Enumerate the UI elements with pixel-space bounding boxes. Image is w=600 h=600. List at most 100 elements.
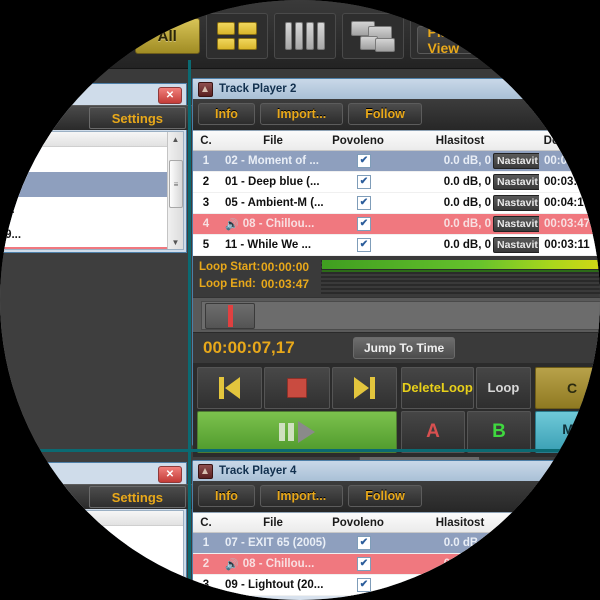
cell-set[interactable]: Nastavit bbox=[493, 535, 539, 551]
cell-enabled[interactable]: ✔ bbox=[333, 217, 395, 231]
loop-button[interactable]: Loop bbox=[475, 367, 531, 409]
cell-set[interactable]: Nastavit bbox=[493, 153, 539, 169]
tab-follow[interactable]: Follow bbox=[348, 485, 422, 507]
all-button[interactable]: All bbox=[135, 18, 200, 54]
list-item[interactable]: ...0_cbr_9... bbox=[0, 197, 183, 222]
enabled-checkbox[interactable]: ✔ bbox=[357, 196, 371, 210]
tab-settings-bottom[interactable]: Settings bbox=[88, 486, 186, 508]
scrollbar-thumb[interactable]: ≡ bbox=[169, 160, 183, 208]
enabled-checkbox[interactable]: ✔ bbox=[357, 217, 371, 231]
nastavit-button[interactable]: Nastavit bbox=[493, 237, 539, 253]
level-meter-bar-secondary bbox=[322, 270, 600, 272]
close-window-bottom[interactable]: ✕ bbox=[158, 466, 182, 483]
nastavit-button[interactable]: Nastavit bbox=[493, 153, 539, 169]
nastavit-button[interactable]: Nastavit bbox=[493, 535, 539, 551]
gold-action-button[interactable]: C bbox=[535, 367, 600, 409]
scroll-up-icon[interactable]: ▲ bbox=[168, 132, 183, 146]
delete-loop-line2: Loop bbox=[441, 380, 473, 396]
cell-set[interactable]: Nastavit bbox=[493, 216, 539, 232]
extra-controls: C M5 s bbox=[535, 367, 600, 453]
next-button[interactable] bbox=[331, 367, 397, 409]
close-icon[interactable]: ✕ bbox=[158, 87, 182, 104]
cell-set[interactable]: Nast bbox=[493, 556, 539, 572]
cell-set[interactable]: Nastavit bbox=[493, 195, 539, 211]
enabled-checkbox[interactable]: ✔ bbox=[357, 536, 371, 550]
column-header-length: Délka bbox=[543, 516, 575, 529]
nastavit-button[interactable]: Nastavit bbox=[493, 174, 539, 190]
cell-format: MP3 (MPEG bbox=[595, 155, 600, 167]
layout-columns-button[interactable] bbox=[281, 19, 329, 53]
settings-file-list-bottom[interactable] bbox=[0, 510, 184, 600]
previous-button[interactable] bbox=[197, 367, 263, 409]
scrubber-track[interactable] bbox=[201, 301, 600, 330]
cell-enabled[interactable]: ✔ bbox=[333, 238, 395, 252]
enabled-checkbox[interactable]: ✔ bbox=[357, 238, 371, 252]
enabled-checkbox[interactable]: ✔ bbox=[357, 175, 371, 189]
cell-enabled[interactable]: ✔ bbox=[333, 557, 395, 571]
cell-set[interactable]: Nastavit bbox=[493, 237, 539, 253]
loop-end-row: Loop End: 00:03:47 bbox=[199, 275, 319, 292]
cell-length: 00:03:11 bbox=[544, 239, 590, 251]
nastavit-button[interactable] bbox=[493, 575, 501, 592]
app-icon bbox=[198, 81, 213, 97]
stop-button[interactable] bbox=[264, 367, 330, 409]
layout-cascade-button[interactable] bbox=[349, 19, 397, 53]
list-scrollbar-top[interactable]: ▲ ≡ ▼ bbox=[167, 132, 183, 249]
jump-to-time-button[interactable]: Jump To Time bbox=[353, 337, 456, 359]
enabled-checkbox[interactable]: ✔ bbox=[357, 154, 371, 168]
close-window-top[interactable]: ✕ bbox=[158, 87, 182, 104]
tab-import[interactable]: Import... bbox=[259, 103, 344, 125]
nastavit-button[interactable]: Nastavit bbox=[493, 195, 539, 211]
position-scrubber[interactable] bbox=[193, 297, 600, 332]
cell-enabled[interactable]: ✔ bbox=[333, 536, 395, 550]
tab-follow[interactable]: Follow bbox=[348, 103, 422, 125]
table-row[interactable]: 1 07 - EXIT 65 (2005) ✔ 0.0 dB, 0 Nastav… bbox=[193, 533, 600, 554]
table-row[interactable]: 5 11 - While We ... ✔ 0.0 dB, 0 Nastavit… bbox=[193, 235, 600, 256]
enabled-checkbox[interactable]: ✔ bbox=[357, 578, 371, 592]
table-row[interactable]: 3 09 - Lightout (20... ✔ 0.0 bbox=[193, 575, 600, 596]
cell-set[interactable] bbox=[493, 575, 539, 595]
table-row[interactable]: 2 01 - Deep blue (... ✔ 0.0 dB, 0 Nastav… bbox=[193, 172, 600, 193]
enabled-checkbox[interactable]: ✔ bbox=[357, 557, 371, 571]
table-row[interactable]: 1 02 - Moment of ... ✔ 0.0 dB, 0 Nastavi… bbox=[193, 151, 600, 172]
cell-enabled[interactable]: ✔ bbox=[333, 578, 395, 592]
tab-info[interactable]: Info bbox=[198, 103, 255, 125]
play-icon bbox=[298, 421, 315, 443]
scrubber-thumb[interactable] bbox=[205, 303, 255, 329]
cell-file-text: 01 - Deep blue (... bbox=[225, 176, 320, 188]
list-header-bottom bbox=[0, 511, 183, 526]
nastavit-button[interactable]: Nast bbox=[493, 556, 524, 572]
window-title: Track Player 2 bbox=[219, 83, 297, 95]
list-item[interactable]: ..._cbr_6... bbox=[0, 172, 183, 197]
layout-grid-button[interactable] bbox=[213, 19, 261, 53]
tab-settings-top[interactable]: Settings bbox=[88, 107, 186, 129]
cell-enabled[interactable]: ✔ bbox=[333, 154, 395, 168]
table-row[interactable]: 4 🔊 08 - Chillou... ✔ 0.0 dB, 0 Nastavit… bbox=[193, 214, 600, 235]
loop-start-value[interactable]: 00:00:00 bbox=[261, 260, 309, 274]
player-view-button[interactable]: Player View bbox=[416, 24, 503, 56]
table-row[interactable]: 2 🔊 08 - Chillou... ✔ 0.0 dB, 0 Nast bbox=[193, 554, 600, 575]
loop-a-button[interactable]: A bbox=[401, 411, 465, 453]
track-player-2-titlebar[interactable]: Track Player 2 bbox=[193, 79, 600, 99]
column-header-number: Č. bbox=[200, 134, 212, 147]
tab-info[interactable]: Info bbox=[198, 485, 255, 507]
scroll-down-icon[interactable]: ▼ bbox=[168, 235, 183, 249]
loop-b-button[interactable]: B bbox=[467, 411, 531, 453]
nastavit-button[interactable]: Nastavit bbox=[493, 216, 539, 232]
cell-length: 00:04:17 bbox=[543, 197, 591, 209]
cell-enabled[interactable]: ✔ bbox=[333, 175, 395, 189]
list-item[interactable]: ...100_cbr_1... bbox=[0, 247, 183, 249]
delete-loop-button[interactable]: Delete Loop bbox=[401, 367, 474, 409]
list-item[interactable]: ...bit_... bbox=[0, 147, 183, 172]
cyan-action-button[interactable]: M5 s bbox=[535, 411, 600, 453]
tab-import[interactable]: Import... bbox=[259, 485, 344, 507]
loop-end-value[interactable]: 00:03:47 bbox=[261, 277, 309, 291]
table-row[interactable]: 3 05 - Ambient-M (... ✔ 0.0 dB, 0 Nastav… bbox=[193, 193, 600, 214]
play-pause-button[interactable] bbox=[197, 411, 397, 453]
cell-set[interactable]: Nastavit bbox=[493, 174, 539, 190]
settings-file-list-top[interactable]: ...bit_... ..._cbr_6... ...0_cbr_9... ..… bbox=[0, 131, 184, 250]
track-player-4-titlebar[interactable]: Track Player 4 bbox=[193, 461, 600, 481]
cell-enabled[interactable]: ✔ bbox=[333, 196, 395, 210]
close-icon[interactable]: ✕ bbox=[158, 466, 182, 483]
list-item[interactable]: ...00_vbr_9... bbox=[0, 222, 183, 247]
